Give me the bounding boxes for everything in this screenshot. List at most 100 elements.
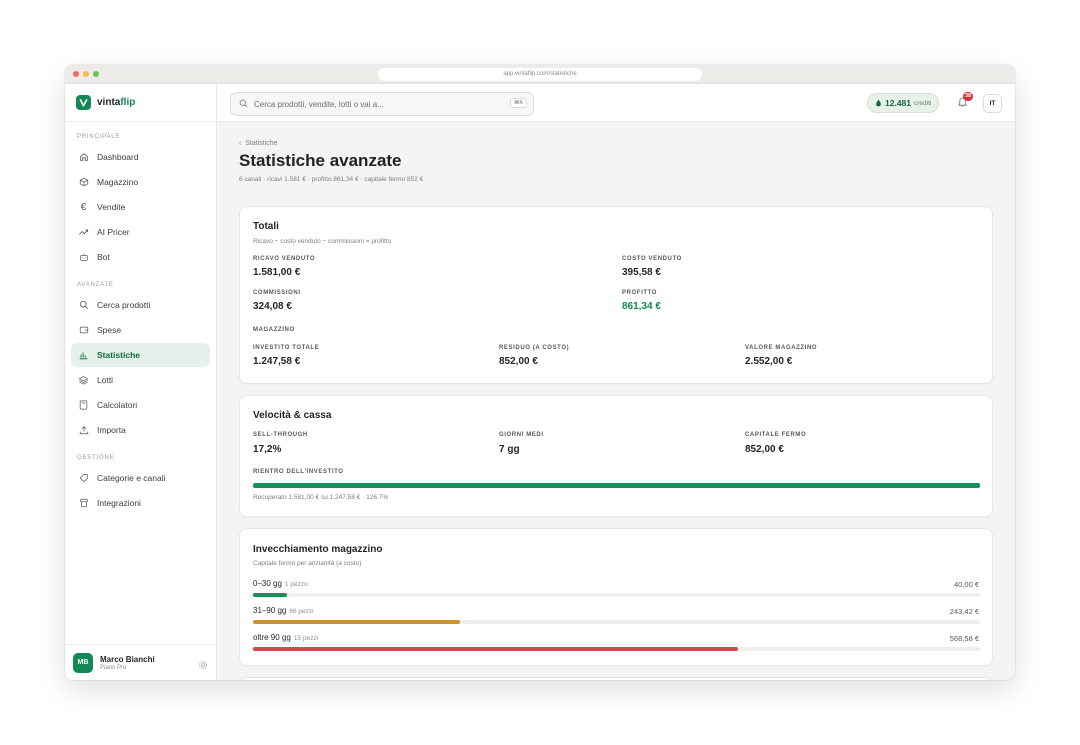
sidebar-item-label: Magazzino (97, 177, 139, 187)
totali-formula: Ricavo − costo venduto − commissioni = p… (253, 238, 392, 245)
magazzino-label: MAGAZZINO (253, 327, 295, 333)
sidebar-item-label: Importa (97, 425, 126, 435)
sidebar-item-cerca-prodotti[interactable]: Cerca prodotti (71, 293, 210, 317)
sidebar-item-label: Vendite (97, 202, 126, 212)
user-plan: Piano Pro (100, 664, 127, 671)
user-menu[interactable]: MB Marco Bianchi Piano Pro (65, 644, 216, 680)
sidebar-item-label: Cerca prodotti (97, 300, 151, 310)
age-count: 1 pezzo (284, 581, 308, 588)
browser-titlebar: app.vintaflip.com/statistiche (65, 65, 1015, 84)
plug-icon (78, 498, 89, 509)
sidebar-item-label: AI Pricer (97, 227, 130, 237)
search-placeholder: Cerca prodotti, vendite, lotti o vai a..… (254, 99, 384, 109)
profitto-value: 861,34 € (622, 301, 661, 312)
shortcut-hint: ⌘K (509, 98, 527, 108)
sidebar-item-label: Dashboard (97, 152, 139, 162)
invecchiamento-subtitle: Capitale fermo per anzianità (a costo) (253, 560, 362, 567)
sidebar-item-magazzino[interactable]: Magazzino (71, 170, 210, 194)
minimize-dot[interactable] (83, 71, 89, 77)
credits-label: crediti (914, 99, 932, 107)
rientro-progress-fill (253, 483, 980, 488)
rientro-note: Recuperato 1.581,00 € su 1.247,58 € · 12… (253, 494, 389, 501)
sidebar-item-spese[interactable]: Spese (71, 318, 210, 342)
language-button[interactable]: IT (983, 94, 1002, 113)
giorni-value: 7 gg (499, 444, 520, 455)
sidebar-item-vendite[interactable]: € Vendite (71, 195, 210, 219)
sidebar-item-ai-pricer[interactable]: AI Pricer (71, 220, 210, 244)
age-range: oltre 90 gg (253, 633, 291, 642)
sidebar-item-label: Spese (97, 325, 122, 335)
upload-icon (78, 425, 89, 436)
box-icon (78, 177, 89, 188)
age-range: 0–30 gg (253, 579, 282, 588)
age-bar (253, 593, 980, 597)
sidebar-item-statistiche[interactable]: Statistiche (71, 343, 210, 367)
capitale-value: 852,00 € (745, 444, 784, 455)
valore-value: 2.552,00 € (745, 356, 793, 367)
invecchiamento-title: Invecchiamento magazzino (253, 544, 383, 555)
nav-section-gestione: GESTIONE (77, 455, 115, 461)
sidebar-item-lotti[interactable]: Lotti (71, 368, 210, 392)
page-subtitle: 6 canali · ricavi 1.581 € · profitto 861… (239, 176, 424, 183)
costo-value: 395,58 € (622, 267, 661, 278)
sell-through-label: SELL-THROUGH (253, 432, 308, 438)
giorni-label: GIORNI MEDI (499, 432, 544, 438)
sidebar-item-dashboard[interactable]: Dashboard (71, 145, 210, 169)
breadcrumb-label: Statistiche (245, 140, 278, 147)
age-bar-fill (253, 647, 738, 651)
topbar: Cerca prodotti, vendite, lotti o vai a..… (217, 84, 1015, 122)
main-area: Cerca prodotti, vendite, lotti o vai a..… (217, 84, 1015, 680)
gear-icon[interactable] (198, 657, 208, 675)
sidebar-item-integrazioni[interactable]: Integrazioni (71, 491, 210, 515)
user-name: Marco Bianchi (100, 654, 155, 664)
sidebar-item-label: Bot (97, 252, 110, 262)
totali-card: Totali Ricavo − costo venduto − commissi… (239, 206, 993, 384)
search-icon (78, 300, 89, 311)
sidebar: vintaflip PRINCIPALE Dashboard Magazzino… (65, 84, 217, 680)
age-value: 40,00 € (953, 580, 979, 589)
rientro-progress (253, 483, 980, 488)
drop-icon (875, 94, 882, 112)
costo-label: COSTO VENDUTO (622, 256, 682, 262)
sidebar-item-label: Integrazioni (97, 498, 141, 508)
age-row-label: 31–90 gg 66 pezzi (253, 606, 314, 615)
age-count: 66 pezzi (289, 608, 314, 615)
chevron-left-icon: ‹ (239, 140, 242, 147)
sidebar-item-label: Categorie e canali (97, 473, 166, 483)
address-bar[interactable]: app.vintaflip.com/statistiche (378, 68, 702, 81)
logo-icon (76, 95, 91, 110)
sidebar-item-calcolatori[interactable]: Calcolatori (71, 393, 210, 417)
logo[interactable]: vintaflip (65, 84, 216, 122)
breadcrumb[interactable]: ‹ Statistiche (239, 140, 278, 147)
ricavo-label: RICAVO VENDUTO (253, 256, 316, 262)
sell-through-value: 17,2% (253, 444, 282, 455)
residuo-value: 852,00 € (499, 356, 538, 367)
velocita-card: Velocità & cassa SELL-THROUGH 17,2% GIOR… (239, 395, 993, 517)
wallet-icon (78, 325, 89, 336)
search-icon (239, 95, 248, 113)
rientro-label: RIENTRO DELL'INVESTITO (253, 469, 344, 475)
credits-badge[interactable]: 12.481 crediti (867, 93, 940, 113)
velocita-title: Velocità & cassa (253, 410, 332, 421)
sidebar-item-label: Calcolatori (97, 400, 138, 410)
search-input[interactable]: Cerca prodotti, vendite, lotti o vai a..… (230, 92, 534, 116)
totali-title: Totali (253, 221, 279, 232)
investito-value: 1.247,58 € (253, 356, 301, 367)
age-range: 31–90 gg (253, 606, 287, 615)
age-bar (253, 647, 980, 651)
invecchiamento-card: Invecchiamento magazzino Capitale fermo … (239, 528, 993, 666)
sidebar-item-bot[interactable]: Bot (71, 245, 210, 269)
close-dot[interactable] (73, 71, 79, 77)
sidebar-item-importa[interactable]: Importa (71, 418, 210, 442)
maximize-dot[interactable] (93, 71, 99, 77)
nav-section-principale: PRINCIPALE (77, 134, 121, 140)
age-count: 15 pezzi (293, 635, 319, 642)
sidebar-item-label: Lotti (97, 375, 114, 385)
age-row-label: oltre 90 gg 15 pezzi (253, 633, 318, 642)
trend-icon (78, 227, 89, 238)
capitale-label: CAPITALE FERMO (745, 432, 807, 438)
nav-section-avanzate: AVANZATE (77, 282, 114, 288)
tag-icon (78, 473, 89, 484)
sidebar-item-categorie[interactable]: Categorie e canali (71, 466, 210, 490)
age-row-label: 0–30 gg 1 pezzo (253, 579, 308, 588)
